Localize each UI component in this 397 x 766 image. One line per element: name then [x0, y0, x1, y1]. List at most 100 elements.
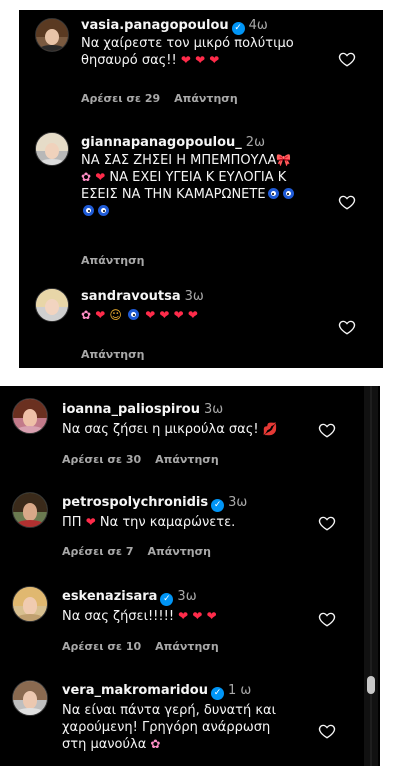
comment-text: Να σας ζήσει!!!!! ❤ ❤ ❤: [62, 608, 217, 625]
unrendered-emoji-glyphs: ΠΠ: [62, 515, 82, 530]
verified-badge-icon: ✓: [231, 22, 245, 35]
comment-text: ✿ ❤ ☺ ❤ ❤ ❤ ❤: [81, 307, 198, 324]
cherry-blossom-emoji-icon: ✿: [81, 308, 92, 322]
timestamp: 3ω: [203, 402, 224, 417]
reply-button[interactable]: Απάντηση: [155, 453, 219, 466]
avatar[interactable]: [35, 18, 69, 52]
comment-meta: Απάντηση: [81, 348, 159, 361]
username[interactable]: ioanna_paliospirou: [62, 402, 200, 417]
username[interactable]: eskenazisara: [62, 589, 157, 604]
likes-count[interactable]: Αρέσει σε 7: [62, 545, 134, 558]
timestamp: 3ω: [177, 589, 197, 604]
username[interactable]: sandravoutsa: [81, 289, 181, 304]
username[interactable]: vasia.panagopoulou: [81, 18, 229, 33]
like-heart-icon[interactable]: [318, 421, 336, 439]
username[interactable]: giannapanagopoulou_: [81, 135, 242, 150]
timestamp: 3ω: [228, 495, 248, 510]
timestamp: 2ω: [245, 135, 265, 150]
comment-header: sandravoutsa 3ω: [81, 289, 204, 304]
reply-button[interactable]: Απάντηση: [155, 640, 219, 653]
like-heart-icon[interactable]: [338, 50, 356, 68]
comment: giannapanagopoulou_ 2ω ΝΑ ΣΑΣ ΖΗΣΕΙ Η ΜΠΕ…: [19, 125, 383, 275]
username[interactable]: vera_makromaridou: [62, 683, 208, 698]
like-heart-icon[interactable]: [338, 318, 356, 336]
comment-header: vasia.panagopoulou ✓ 4ω: [81, 18, 268, 35]
evil-eye-emoji-icon: [267, 188, 279, 199]
avatar[interactable]: [12, 680, 48, 716]
verified-badge-icon: ✓: [210, 687, 224, 700]
evil-eye-emoji-icon: [282, 188, 294, 199]
likes-count[interactable]: Αρέσει σε 29: [81, 92, 160, 105]
comment-text-line: Να σας ζήσει η μικρούλα σας!: [62, 422, 259, 437]
avatar[interactable]: [35, 132, 69, 166]
cherry-blossom-emoji-icon: ✿: [150, 737, 161, 751]
comment-meta: Απάντηση: [81, 254, 159, 267]
avatar[interactable]: [35, 288, 69, 322]
angel-emoji-icon: ☺: [109, 308, 122, 322]
heart-emoji-icon: ❤: [95, 170, 106, 184]
comment-header: petrospolychronidis ✓ 3ω: [62, 495, 247, 512]
comment-text: Να χαίρεστε τον μικρό πολύτιμο θησαυρό σ…: [81, 35, 294, 69]
avatar[interactable]: [12, 398, 48, 434]
likes-count[interactable]: Αρέσει σε 30: [62, 453, 141, 466]
comment-meta: Αρέσει σε 10 Απάντηση: [62, 640, 233, 653]
evil-eye-emoji-icon: [98, 205, 109, 216]
comment-text-line: Να σας ζήσει!!!!!: [62, 609, 175, 624]
scrollbar-thumb[interactable]: [367, 676, 375, 694]
red-heart-emoji-icon: ❤: [192, 609, 203, 623]
username[interactable]: petrospolychronidis: [62, 495, 208, 510]
comment-text: Να σας ζήσει η μικρούλα σας! 💋: [62, 421, 278, 438]
reply-button[interactable]: Απάντηση: [81, 254, 145, 267]
heart-emoji-icon: ❤: [173, 308, 184, 322]
reply-button[interactable]: Απάντηση: [174, 92, 238, 105]
comment-meta: Αρέσει σε 29 Απάντηση: [81, 92, 252, 105]
scrollbar[interactable]: [364, 386, 378, 766]
comment-text-line: ΝΑ ΕΧΕΙ ΥΓΕΙΑ Κ ΕΥΛΟΓΙΑ Κ: [109, 170, 287, 185]
comment-text: ΝΑ ΣΑΣ ΖΗΣΕΙ Η ΜΠΕΜΠΟΥΛΑ🎀 ✿ ❤ ΝΑ ΕΧΕΙ ΥΓ…: [81, 152, 296, 220]
avatar[interactable]: [12, 586, 48, 622]
evil-eye-emoji-icon: [128, 309, 140, 320]
comment: ioanna_paliospirou 3ω Να σας ζήσει η μικρ…: [0, 386, 380, 478]
like-heart-icon[interactable]: [318, 722, 336, 740]
comment: eskenazisara ✓ 3ω Να σας ζήσει!!!!! ❤ ❤ ❤ …: [0, 576, 380, 664]
heart-emoji-icon: ❤: [159, 308, 170, 322]
comments-panel-top: vasia.panagopoulou ✓ 4ω Να χαίρεστε τον μι…: [19, 10, 383, 368]
verified-badge-icon: ✓: [211, 499, 225, 512]
comment-text-line: Να χαίρεστε τον μικρό πολύτιμο: [81, 36, 294, 51]
comment-text: ΠΠ ❤ Να την καμαρώνετε.: [62, 514, 235, 531]
comment-header: ioanna_paliospirou 3ω: [62, 402, 223, 417]
comment-text-line: ΕΣΕΙΣ ΝΑ ΤΗΝ ΚΑΜΑΡΩΝΕΤΕ: [81, 187, 266, 202]
evil-eye-emoji-icon: [83, 205, 94, 216]
like-heart-icon[interactable]: [338, 193, 356, 211]
comment-header: vera_makromaridou ✓ 1 ω: [62, 683, 251, 700]
lips-emoji-icon: 💋: [262, 422, 278, 436]
comment-header: eskenazisara ✓ 3ω: [62, 589, 197, 606]
comment-meta: Αρέσει σε 7 Απάντηση: [62, 545, 225, 558]
heart-emoji-icon: ❤: [95, 308, 106, 322]
comment-text-line: Να την καμαρώνετε.: [99, 515, 236, 530]
comment-text: Να είναι πάντα γερή, δυνατή και χαρούμεν…: [62, 702, 276, 753]
likes-count[interactable]: Αρέσει σε 10: [62, 640, 141, 653]
comment: petrospolychronidis ✓ 3ω ΠΠ ❤ Να την καμαρ…: [0, 482, 380, 570]
comment: sandravoutsa 3ω ✿ ❤ ☺ ❤ ❤ ❤ ❤ Απάντηση: [19, 280, 383, 368]
reply-button[interactable]: Απάντηση: [148, 545, 212, 558]
reply-button[interactable]: Απάντηση: [81, 348, 145, 361]
heart-emoji-icon: ❤: [145, 308, 156, 322]
comment-text-line: Να είναι πάντα γερή, δυνατή και: [62, 703, 277, 718]
like-heart-icon[interactable]: [318, 514, 336, 532]
comments-panel-bottom: ioanna_paliospirou 3ω Να σας ζήσει η μικρ…: [0, 386, 380, 766]
timestamp: 1 ω: [227, 683, 252, 698]
avatar[interactable]: [12, 492, 48, 528]
red-heart-emoji-icon: ❤: [195, 53, 206, 67]
red-heart-emoji-icon: ❤: [206, 609, 217, 623]
red-heart-emoji-icon: ❤: [209, 53, 220, 67]
pink-bow-emoji-icon: 🎀: [276, 153, 292, 167]
comment: vasia.panagopoulou ✓ 4ω Να χαίρεστε τον μι…: [19, 10, 383, 120]
timestamp: 4ω: [248, 18, 268, 33]
comment-text-line: χαρούμενη! Γρηγόρη ανάρρωση: [62, 720, 271, 735]
comment-text-line: θησαυρό σας!!: [81, 53, 177, 68]
comment-meta: Αρέσει σε 30 Απάντηση: [62, 453, 233, 466]
like-heart-icon[interactable]: [318, 610, 336, 628]
timestamp: 3ω: [184, 289, 204, 304]
comment: vera_makromaridou ✓ 1 ω Να είναι πάντα γερ…: [0, 670, 380, 766]
